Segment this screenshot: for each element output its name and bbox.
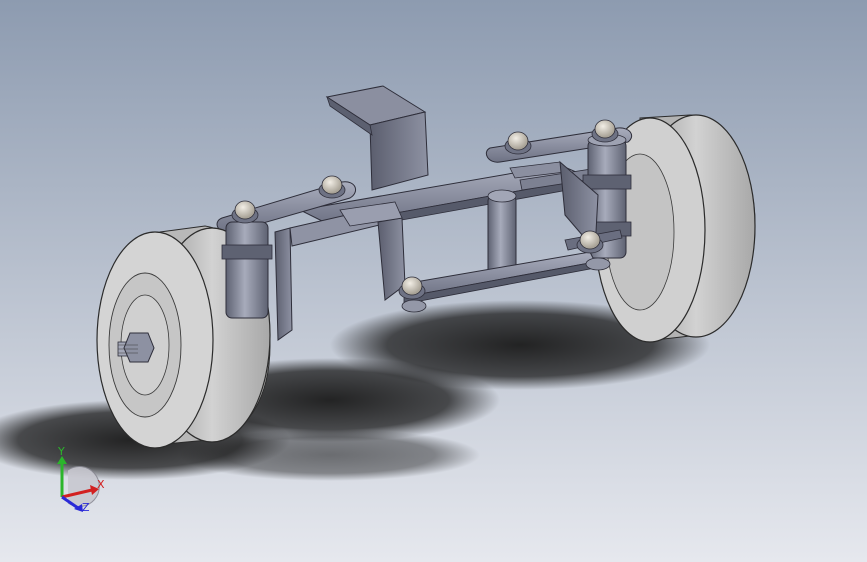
graphics-viewport[interactable]: Y X Z bbox=[0, 0, 867, 562]
left-kingpin[interactable] bbox=[221, 221, 273, 319]
triad-z-label: Z bbox=[82, 501, 90, 514]
triad-x-label: X bbox=[97, 478, 105, 491]
triad-y-label: Y bbox=[57, 445, 65, 458]
model-scene[interactable]: Y X Z bbox=[0, 0, 867, 562]
